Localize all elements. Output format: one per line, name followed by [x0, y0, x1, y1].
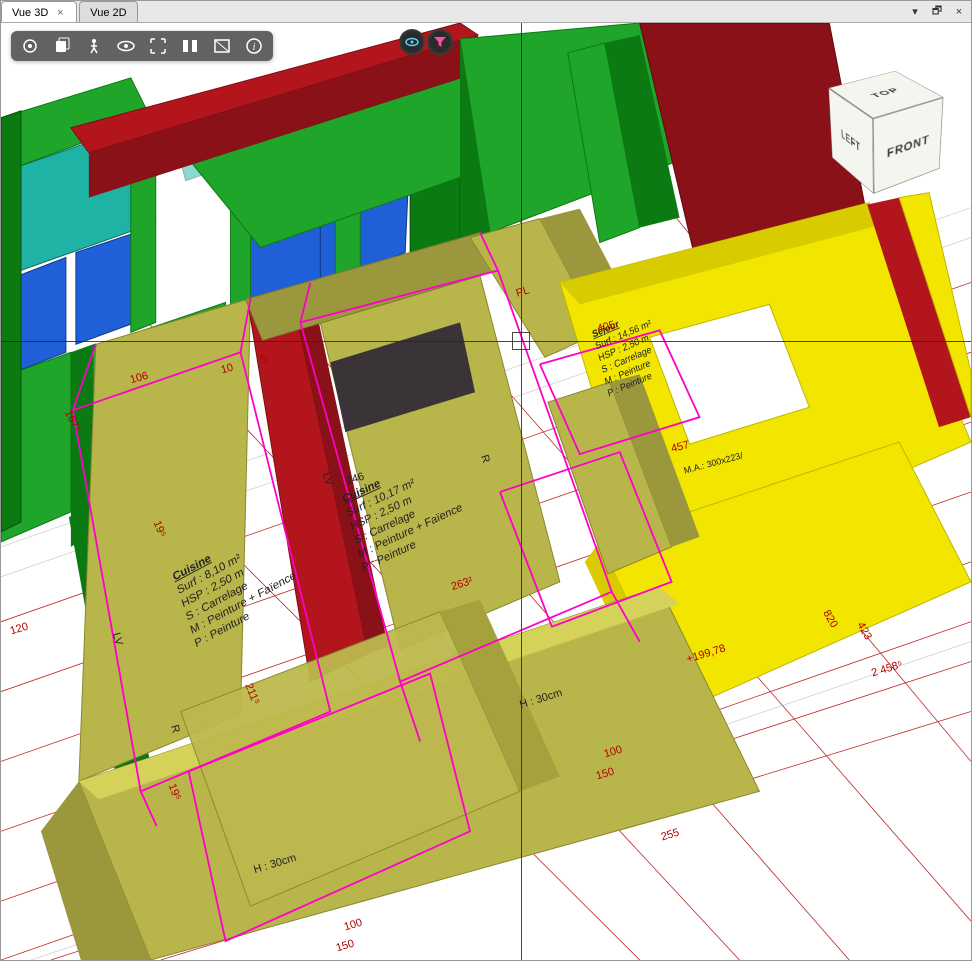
look-icon[interactable] — [115, 35, 137, 57]
tab-vue-3d[interactable]: Vue 3D × — [1, 1, 77, 22]
orbit-icon[interactable] — [19, 35, 41, 57]
visibility-icon[interactable] — [399, 29, 425, 55]
filter-icon[interactable] — [427, 29, 453, 55]
view-tabbar: Vue 3D × Vue 2D ▾ 🗗 × — [1, 1, 971, 23]
viewcube[interactable]: TOP FRONT LEFT — [825, 69, 945, 189]
walk-icon[interactable] — [83, 35, 105, 57]
restore-icon[interactable]: 🗗 — [929, 4, 945, 20]
scene-tools — [399, 29, 453, 55]
tab-label: Vue 2D — [90, 7, 126, 19]
shade-mode-icon[interactable] — [211, 35, 233, 57]
close-icon[interactable]: × — [951, 4, 967, 20]
info-icon[interactable]: i — [243, 35, 265, 57]
view-window-controls: ▾ 🗗 × — [903, 1, 971, 22]
tab-vue-2d[interactable]: Vue 2D — [79, 1, 137, 22]
dropdown-icon[interactable]: ▾ — [907, 4, 923, 20]
viewport-3d[interactable]: i TOP FRONT LEFT — [1, 23, 971, 960]
svg-text:i: i — [253, 42, 256, 53]
tab-label: Vue 3D — [12, 7, 48, 19]
section-icon[interactable] — [179, 35, 201, 57]
close-icon[interactable]: × — [54, 7, 66, 19]
zoom-extents-icon[interactable] — [147, 35, 169, 57]
view-toolbar: i — [11, 31, 273, 61]
pan-icon[interactable] — [51, 35, 73, 57]
